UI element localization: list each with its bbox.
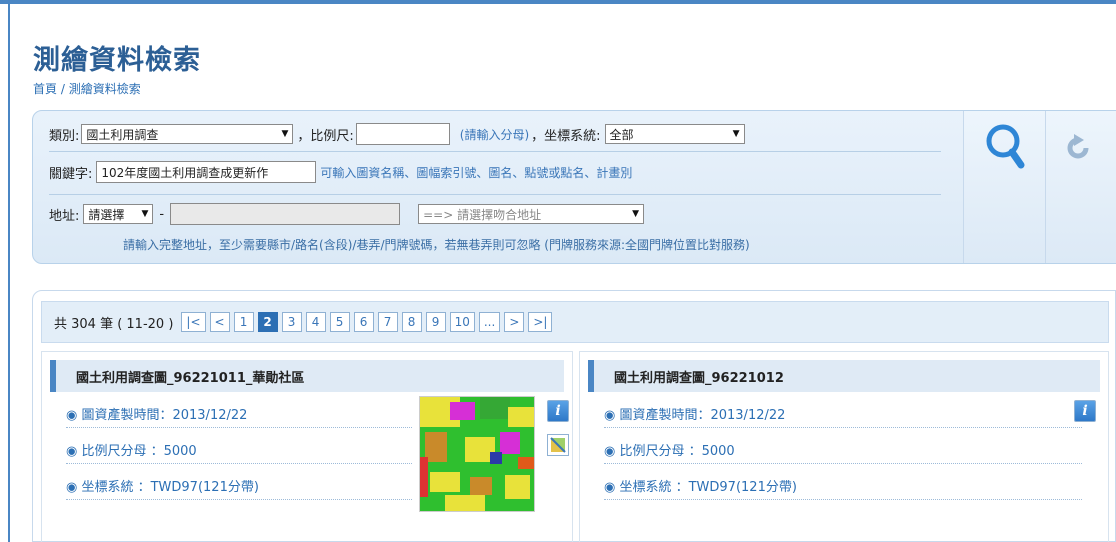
result-date: ◉ 圖資產製時間：2013/12/22 bbox=[66, 400, 412, 428]
keyword-input[interactable]: 102年度國土利用調查成更新作 bbox=[96, 161, 317, 183]
pager-page[interactable]: 4 bbox=[305, 312, 326, 332]
pager: 共 304 筆 ( 11-20 ) |< < 1 2 3 4 5 6 7 8 9… bbox=[41, 301, 1109, 343]
reset-icon bbox=[1067, 134, 1089, 159]
search-button[interactable] bbox=[963, 111, 1045, 263]
map-thumbnail-image bbox=[420, 397, 534, 511]
pager-first[interactable]: |< bbox=[181, 312, 206, 332]
chevron-down-icon: ▼ bbox=[281, 129, 289, 139]
pager-ellipsis[interactable]: ... bbox=[478, 312, 501, 332]
pager-page[interactable]: 8 bbox=[401, 312, 422, 332]
keyword-hint: 可輸入圖資名稱、圖幅索引號、圖名、點號或點名、計畫別 bbox=[320, 165, 633, 180]
reset-button[interactable] bbox=[1045, 111, 1116, 263]
magnifier-icon bbox=[986, 124, 1025, 169]
left-border bbox=[8, 4, 10, 542]
search-row-address: 地址: 請選擇 ▼ - ==> 請選擇吻合地址 ▼ bbox=[49, 203, 645, 225]
address-city-value: 請選擇 bbox=[88, 207, 125, 222]
map-icon bbox=[550, 437, 566, 453]
pager-page-active[interactable]: 2 bbox=[257, 312, 278, 332]
breadcrumb-home[interactable]: 首頁 bbox=[33, 82, 57, 96]
crs-label: ，坐標系統: bbox=[531, 128, 601, 144]
chevron-down-icon: ▼ bbox=[141, 209, 149, 219]
search-panel: 類別: 國土利用調查 ▼ ，比例尺: (請輸入分母) ，坐標系統: 全部 ▼ 關… bbox=[32, 110, 1116, 264]
divider bbox=[49, 151, 941, 152]
search-row-keyword: 關鍵字: 102年度國土利用調查成更新作 可輸入圖資名稱、圖幅索引號、圖名、點號… bbox=[49, 161, 632, 183]
search-row-category: 類別: 國土利用調查 ▼ ，比例尺: (請輸入分母) ，坐標系統: 全部 ▼ bbox=[49, 123, 745, 145]
result-date: ◉ 圖資產製時間：2013/12/22 bbox=[604, 400, 1082, 428]
pager-last[interactable]: >| bbox=[528, 312, 553, 332]
pager-page[interactable]: 3 bbox=[281, 312, 302, 332]
category-label: 類別: bbox=[49, 128, 80, 144]
result-crs: ◉ 坐標系統 ：TWD97(121分帶) bbox=[604, 472, 1082, 500]
divider bbox=[49, 194, 941, 195]
map-thumbnail[interactable] bbox=[419, 396, 535, 512]
result-card: 國土利用調查圖_96221012 ◉ 圖資產製時間：2013/12/22 ◉ 比… bbox=[579, 351, 1109, 542]
address-city-select[interactable]: 請選擇 ▼ bbox=[83, 204, 154, 224]
pager-next[interactable]: > bbox=[504, 312, 525, 332]
info-button[interactable]: i bbox=[547, 400, 569, 422]
result-card-title[interactable]: 國土利用調查圖_96221011_華勛社區 bbox=[50, 360, 564, 392]
result-scale: ◉ 比例尺分母 ：5000 bbox=[66, 436, 412, 464]
pager-page[interactable]: 6 bbox=[353, 312, 374, 332]
result-count: 共 304 筆 ( 11-20 ) bbox=[54, 316, 174, 332]
results-panel: 共 304 筆 ( 11-20 ) |< < 1 2 3 4 5 6 7 8 9… bbox=[32, 290, 1116, 542]
crs-value: 全部 bbox=[609, 127, 634, 142]
address-match-select[interactable]: ==> 請選擇吻合地址 ▼ bbox=[418, 204, 645, 224]
keyword-label: 關鍵字: bbox=[49, 166, 93, 182]
scale-input[interactable] bbox=[355, 123, 450, 145]
address-dash: - bbox=[159, 206, 165, 222]
breadcrumb: 首頁 / 測繪資料檢索 bbox=[33, 80, 141, 97]
result-card-title[interactable]: 國土利用調查圖_96221012 bbox=[588, 360, 1100, 392]
address-note: 請輸入完整地址，至少需要縣市/路名(含段)/巷弄/門牌號碼，若無巷弄則可忽略 (… bbox=[123, 238, 750, 252]
pager-page[interactable]: 1 bbox=[233, 312, 254, 332]
pager-page[interactable]: 10 bbox=[449, 312, 475, 332]
breadcrumb-current[interactable]: 測繪資料檢索 bbox=[69, 82, 141, 96]
address-label: 地址: bbox=[49, 208, 80, 224]
top-border bbox=[0, 0, 1116, 4]
info-button[interactable]: i bbox=[1074, 400, 1096, 422]
pager-prev[interactable]: < bbox=[209, 312, 230, 332]
map-button[interactable] bbox=[547, 434, 569, 456]
category-value: 國土利用調查 bbox=[86, 127, 159, 142]
category-select[interactable]: 國土利用調查 ▼ bbox=[81, 124, 294, 144]
pager-page[interactable]: 7 bbox=[377, 312, 398, 332]
result-crs: ◉ 坐標系統 ：TWD97(121分帶) bbox=[66, 472, 412, 500]
pager-page[interactable]: 5 bbox=[329, 312, 350, 332]
address-match-value: ==> 請選擇吻合地址 bbox=[423, 207, 542, 222]
chevron-down-icon: ▼ bbox=[632, 209, 640, 219]
breadcrumb-separator: / bbox=[57, 82, 69, 96]
result-card: 國土利用調查圖_96221011_華勛社區 ◉ 圖資產製時間：2013/12/2… bbox=[41, 351, 573, 542]
scale-hint: (請輸入分母) bbox=[459, 127, 530, 142]
pager-page[interactable]: 9 bbox=[425, 312, 446, 332]
address-input[interactable] bbox=[170, 203, 401, 225]
scale-label: ，比例尺: bbox=[297, 128, 354, 144]
chevron-down-icon: ▼ bbox=[732, 129, 740, 139]
page-title: 測繪資料檢索 bbox=[33, 45, 201, 76]
result-scale: ◉ 比例尺分母 ：5000 bbox=[604, 436, 1082, 464]
crs-select[interactable]: 全部 ▼ bbox=[604, 124, 745, 144]
